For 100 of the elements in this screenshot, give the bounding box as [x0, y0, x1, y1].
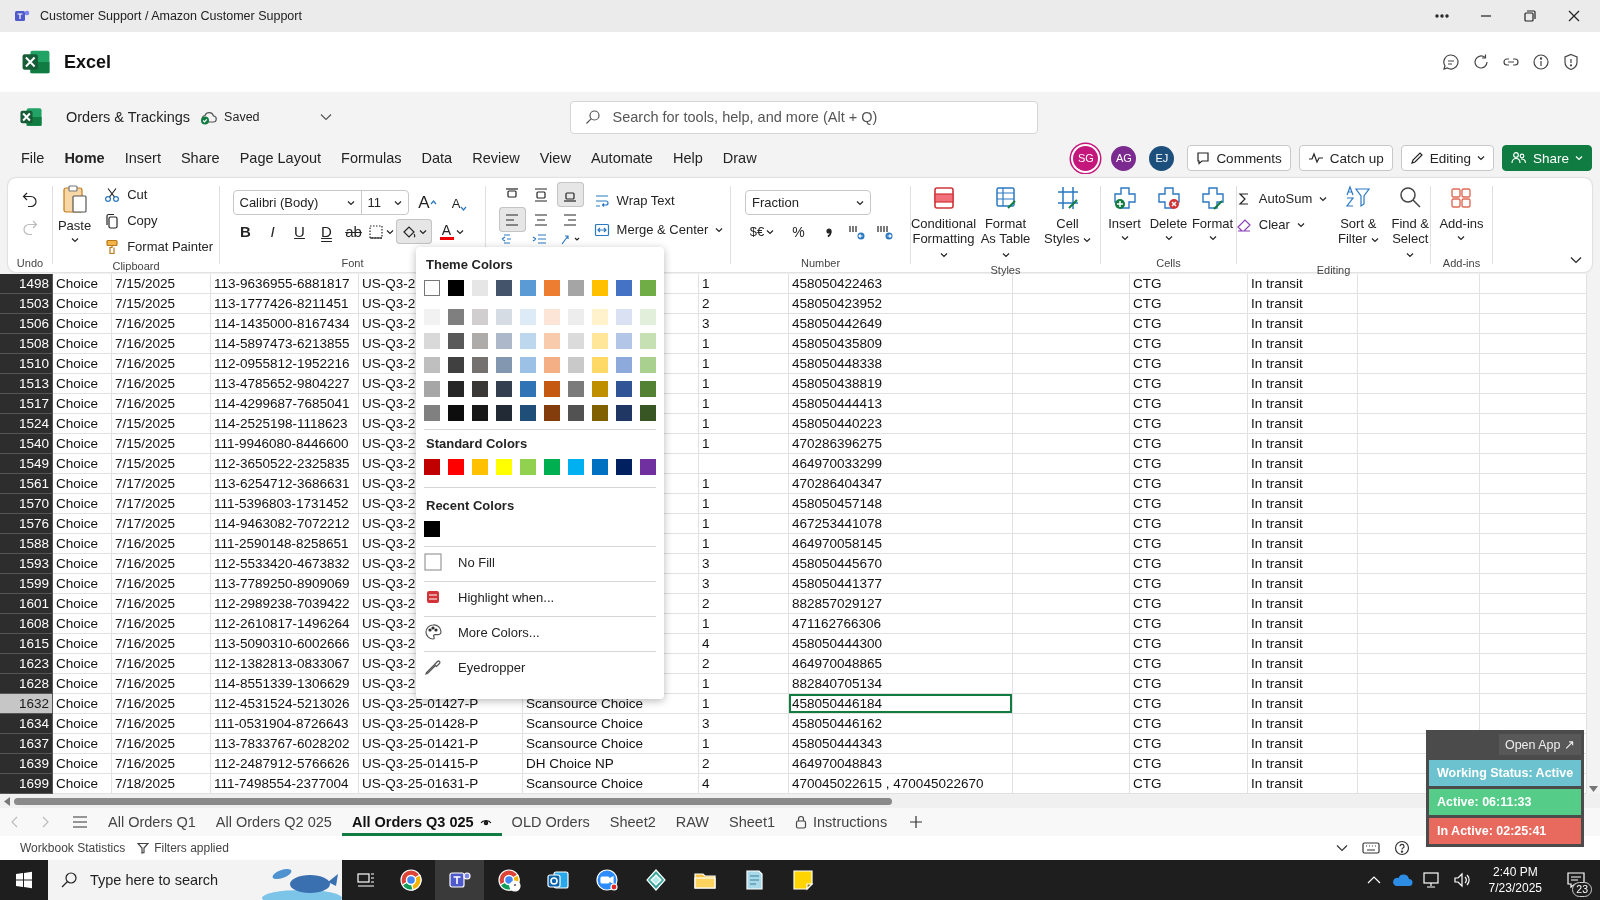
menu-tab[interactable]: Formulas — [341, 150, 402, 166]
table-cell: 464970033299 — [789, 454, 1013, 474]
sheet-tab[interactable]: RAW — [665, 808, 720, 836]
percent-button[interactable]: % — [785, 219, 812, 244]
font-size-dropdown[interactable]: 11 — [361, 191, 408, 214]
table-cell: CTG — [1130, 634, 1248, 654]
row-header[interactable]: 1699 — [0, 774, 53, 794]
insert-button[interactable]: Insert — [1102, 182, 1147, 243]
taskbar-clock[interactable]: 2:40 PM 7/23/2025 — [1482, 864, 1548, 896]
table-cell: CTG — [1130, 674, 1248, 694]
add-ins-button[interactable]: Add-ins — [1436, 182, 1487, 243]
menu-tab[interactable]: Page Layout — [239, 150, 322, 166]
row-header[interactable]: 1540 — [0, 434, 53, 454]
editing-button[interactable]: Editing — [1400, 145, 1494, 171]
row-header[interactable]: 1498 — [0, 274, 53, 294]
row-header[interactable]: 1510 — [0, 354, 53, 374]
row-header[interactable]: 1524 — [0, 414, 53, 434]
row-header[interactable]: 1637 — [0, 734, 53, 754]
active-cell[interactable]: 458050446184 — [789, 694, 1013, 714]
cut-button[interactable]: Cut — [100, 182, 218, 207]
row-header[interactable]: 1608 — [0, 614, 53, 634]
sheet-tab[interactable]: Instructions — [785, 808, 898, 836]
row-header[interactable]: 1599 — [0, 574, 53, 594]
shrink-font-button[interactable]: A — [446, 190, 473, 215]
table-cell: In transit — [1248, 554, 1358, 574]
menu-tab[interactable]: View — [539, 150, 571, 166]
sheet-tab[interactable]: All Orders Q1 — [98, 808, 206, 836]
table-cell: In transit — [1248, 394, 1358, 414]
italic-button[interactable]: I — [259, 219, 286, 244]
taskbar-search-field[interactable]: Type here to search — [48, 860, 342, 900]
row-header[interactable]: 1517 — [0, 394, 53, 414]
row-header[interactable]: 1639 — [0, 754, 53, 774]
row-header[interactable]: 1632 — [0, 694, 53, 714]
table-cell: 1 — [699, 534, 789, 554]
double-underline-button[interactable]: D — [313, 219, 340, 244]
wrap-text-button[interactable]: Wrap Text — [589, 188, 728, 213]
table-cell: 2 — [699, 754, 789, 774]
row-header[interactable]: 1508 — [0, 334, 53, 354]
row-header[interactable]: 1570 — [0, 494, 53, 514]
format-painter-button[interactable]: Format Painter — [100, 234, 218, 259]
bold-button[interactable]: B — [232, 219, 259, 244]
row-header[interactable]: 1634 — [0, 714, 53, 734]
paste-button[interactable]: Paste — [54, 182, 95, 245]
strikethrough-button[interactable]: ab — [340, 219, 367, 244]
cell-styles-button[interactable]: Cell Styles — [1036, 182, 1099, 248]
sort-filter-button[interactable]: Sort & Filter — [1333, 182, 1384, 248]
sheet-tab[interactable]: OLD Orders — [501, 808, 600, 836]
menu-tab[interactable]: Home — [64, 150, 105, 166]
merge-center-button[interactable]: Merge & Center — [589, 217, 728, 242]
document-name[interactable]: Orders & Trackings — [66, 109, 191, 125]
row-header[interactable]: 1593 — [0, 554, 53, 574]
table-cell: CTG — [1130, 394, 1248, 414]
search-field[interactable]: Search for tools, help, and more (Alt + Q) — [569, 100, 1038, 134]
table-cell: CTG — [1130, 334, 1248, 354]
conditional-formatting-button[interactable]: Conditional Formatting — [912, 182, 975, 263]
table-cell: Choice — [53, 694, 112, 714]
row-header[interactable]: 1628 — [0, 674, 53, 694]
row-header[interactable]: 1615 — [0, 634, 53, 654]
row-header[interactable]: 1506 — [0, 314, 53, 334]
menu-tab[interactable]: Insert — [124, 150, 161, 166]
row-header[interactable]: 1576 — [0, 514, 53, 534]
menu-tab[interactable]: Automate — [590, 150, 653, 166]
menu-tab[interactable]: Draw — [722, 150, 757, 166]
grow-font-button[interactable]: A — [414, 190, 441, 215]
sheet-tab[interactable]: All Orders Q2 025 — [205, 808, 342, 836]
delete-button[interactable]: Delete — [1146, 182, 1191, 243]
open-app-button[interactable]: Open App ↗ — [1498, 734, 1581, 755]
find-select-button[interactable]: Find & Select — [1385, 182, 1436, 263]
table-cell: 2 — [699, 594, 789, 614]
notifications-button[interactable]: 23 — [1558, 860, 1594, 900]
table-cell: Choice — [53, 554, 112, 574]
menu-tab[interactable]: Help — [672, 150, 703, 166]
table-cell: 1 — [699, 274, 789, 294]
copy-button[interactable]: Copy — [100, 208, 218, 233]
table-cell: 112-1382813-0833067 — [211, 654, 359, 674]
row-header[interactable]: 1549 — [0, 454, 53, 474]
underline-button[interactable]: U — [286, 219, 313, 244]
row-header[interactable]: 1601 — [0, 594, 53, 614]
row-header[interactable]: 1588 — [0, 534, 53, 554]
table-cell: 471162766306 — [789, 614, 1013, 634]
comments-button[interactable]: Comments — [1187, 145, 1291, 171]
status-text[interactable]: Workbook Statistics — [20, 841, 126, 855]
currency-button[interactable]: $€ — [745, 219, 779, 244]
number-format-dropdown[interactable]: Fraction — [746, 191, 870, 214]
menu-tab[interactable]: Review — [472, 150, 520, 166]
row-header[interactable]: 1561 — [0, 474, 53, 494]
font-name-dropdown[interactable]: Calibri (Body) — [233, 191, 362, 214]
font-color-button[interactable]: A — [432, 219, 471, 244]
row-header[interactable]: 1503 — [0, 294, 53, 314]
catch-up-button[interactable]: Catch up — [1298, 145, 1393, 171]
menu-tab[interactable]: Data — [421, 150, 453, 166]
menu-tab[interactable]: Share — [180, 150, 220, 166]
share-button[interactable]: Share — [1501, 145, 1592, 171]
sheet-tab[interactable]: Sheet1 — [719, 808, 785, 836]
sheet-tab[interactable]: Sheet2 — [599, 808, 666, 836]
table-cell: 470286396275 — [789, 434, 1013, 454]
table-cell: CTG — [1130, 474, 1248, 494]
row-header[interactable]: 1513 — [0, 374, 53, 394]
row-header[interactable]: 1623 — [0, 654, 53, 674]
menu-tab[interactable]: File — [21, 150, 45, 166]
